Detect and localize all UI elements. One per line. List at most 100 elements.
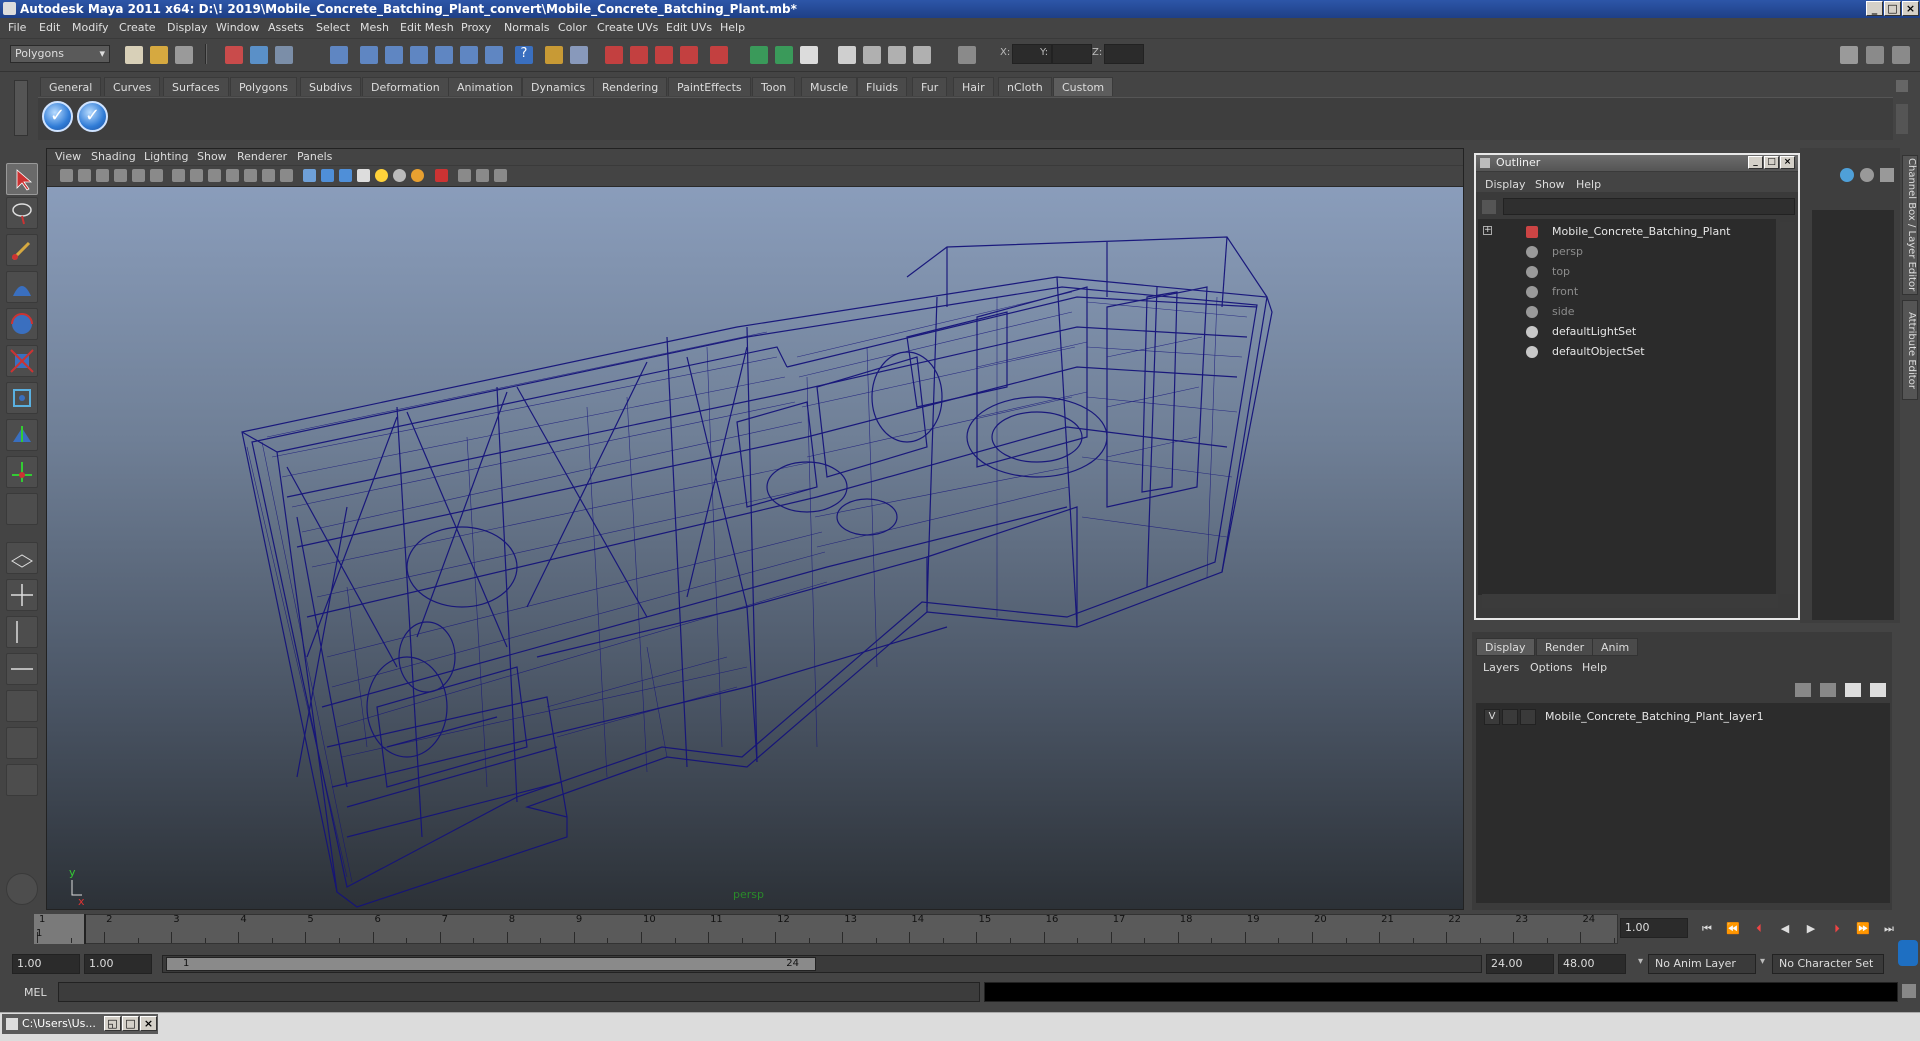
viewport-menu-lighting[interactable]: Lighting: [144, 150, 188, 163]
outliner-close-button[interactable]: ×: [1780, 156, 1795, 169]
shelf-trash-icon[interactable]: [1896, 80, 1908, 92]
layer-name[interactable]: Mobile_Concrete_Batching_Plant_layer1: [1545, 710, 1764, 723]
grease-pencil-icon[interactable]: [150, 169, 163, 182]
maximize-button[interactable]: □: [1884, 1, 1901, 16]
taskbar-close-button[interactable]: ×: [140, 1016, 157, 1031]
toggle-tool-settings-icon[interactable]: [1892, 46, 1910, 64]
show-manipulator-icon[interactable]: [6, 456, 38, 488]
select-component-icon[interactable]: [275, 46, 293, 64]
lasso-tool-icon[interactable]: [6, 197, 38, 229]
save-scene-icon[interactable]: [175, 46, 193, 64]
snap-point-icon[interactable]: [655, 46, 673, 64]
step-back-key-icon[interactable]: ⏴: [1750, 921, 1768, 937]
maya-hand-icon[interactable]: [6, 873, 38, 905]
shadows-icon[interactable]: [393, 169, 406, 182]
gate-mask-icon[interactable]: [226, 169, 239, 182]
step-forward-key-icon[interactable]: ⏵: [1828, 921, 1846, 937]
layer-display-type-toggle[interactable]: [1502, 709, 1518, 725]
last-tool-used-icon[interactable]: [6, 493, 38, 525]
select-by-dynamic-icon[interactable]: [460, 46, 478, 64]
step-forward-frame-icon[interactable]: ⏩: [1854, 921, 1872, 937]
scale-tool-icon[interactable]: [6, 345, 38, 377]
outliner-item[interactable]: persp: [1552, 245, 1583, 258]
wireframe-icon[interactable]: [303, 169, 316, 182]
tool-settings-icon[interactable]: [1880, 168, 1894, 182]
create-layer-from-selected-icon[interactable]: [1870, 683, 1886, 697]
shelf-tab-painteffects[interactable]: PaintEffects: [668, 77, 751, 96]
shelf-tab-fur[interactable]: Fur: [912, 77, 948, 96]
construction-history-icon[interactable]: [800, 46, 818, 64]
outliner-item[interactable]: Mobile_Concrete_Batching_Plant: [1552, 225, 1731, 238]
layer-tab-render[interactable]: Render: [1536, 638, 1594, 656]
current-frame-field[interactable]: 1.00: [1620, 918, 1688, 938]
viewport-menu-show[interactable]: Show: [197, 150, 227, 163]
highlight-selection-icon[interactable]: [570, 46, 588, 64]
persp-graph-hypergraph-layout-icon[interactable]: [6, 727, 38, 759]
outliner-item[interactable]: top: [1552, 265, 1570, 278]
layer-visibility-toggle[interactable]: V: [1484, 709, 1500, 725]
range-slider-bar[interactable]: 1 24: [166, 957, 816, 971]
select-hierarchy-icon[interactable]: [225, 46, 243, 64]
menu-edit-mesh[interactable]: Edit Mesh: [400, 21, 454, 34]
menu-create[interactable]: Create: [119, 21, 156, 34]
go-to-start-icon[interactable]: ⏮: [1698, 921, 1716, 937]
select-object-icon[interactable]: [250, 46, 268, 64]
transform-field-icon[interactable]: [958, 46, 976, 64]
resolution-gate-icon[interactable]: [208, 169, 221, 182]
step-back-frame-icon[interactable]: ⏪: [1724, 921, 1742, 937]
shelf-tab-subdivs[interactable]: Subdivs: [300, 77, 362, 96]
xray-components-icon[interactable]: [494, 169, 507, 182]
shelf-tab-custom[interactable]: Custom: [1053, 77, 1114, 96]
script-editor-icon[interactable]: [1902, 984, 1916, 998]
layer-tab-display[interactable]: Display: [1476, 638, 1535, 656]
playback-start-field[interactable]: 1.00: [84, 954, 152, 974]
lock-icon[interactable]: [545, 46, 563, 64]
single-perspective-layout-icon[interactable]: [6, 542, 38, 574]
render-current-frame-icon[interactable]: [863, 46, 881, 64]
ipr-render-icon[interactable]: [888, 46, 906, 64]
shelf-tab-curves[interactable]: Curves: [104, 77, 161, 96]
outliner-item[interactable]: defaultObjectSet: [1552, 345, 1645, 358]
outliner-vertical-scrollbar[interactable]: [1780, 222, 1794, 594]
field-chart-icon[interactable]: [244, 169, 257, 182]
toggle-attribute-editor-icon[interactable]: [1866, 46, 1884, 64]
taskbar-maximize-button[interactable]: □: [122, 1016, 139, 1031]
isolate-select-icon[interactable]: [435, 169, 448, 182]
chevron-down-icon[interactable]: ▾: [1760, 956, 1765, 967]
persp-outliner-layout-icon[interactable]: [6, 616, 38, 648]
shelf-tab-fluids[interactable]: Fluids: [857, 77, 908, 96]
channel-box-icon[interactable]: [1840, 168, 1854, 182]
select-tool-icon[interactable]: [6, 163, 38, 195]
safe-action-icon[interactable]: [262, 169, 275, 182]
persp-graph-layout-icon[interactable]: [6, 653, 38, 685]
perspective-viewport[interactable]: y x: [47, 187, 1463, 909]
outliner-menu-show[interactable]: Show: [1535, 178, 1565, 191]
y-field[interactable]: [1052, 44, 1092, 64]
new-scene-icon[interactable]: [125, 46, 143, 64]
shelf-scroll-icon[interactable]: [1896, 104, 1908, 134]
smooth-shade-icon[interactable]: [321, 169, 334, 182]
viewport-menu-panels[interactable]: Panels: [297, 150, 332, 163]
select-by-handle-icon[interactable]: [330, 46, 348, 64]
rotate-tool-icon[interactable]: [6, 308, 38, 340]
outliner-minimize-button[interactable]: _: [1748, 156, 1763, 169]
outliner-menu-help[interactable]: Help: [1576, 178, 1601, 191]
menu-file[interactable]: File: [8, 21, 26, 34]
render-settings-icon[interactable]: [913, 46, 931, 64]
create-empty-layer-icon[interactable]: [1845, 683, 1861, 697]
taskbar-restore-button[interactable]: ◱: [104, 1016, 121, 1031]
shelf-tab-animation[interactable]: Animation: [448, 77, 523, 96]
paint-select-tool-icon[interactable]: [6, 234, 38, 266]
bookmarks-icon[interactable]: [96, 169, 109, 182]
layer-menu-help[interactable]: Help: [1582, 661, 1607, 674]
menu-proxy[interactable]: Proxy: [461, 21, 491, 34]
snap-curve-icon[interactable]: [630, 46, 648, 64]
render-view-icon[interactable]: [838, 46, 856, 64]
soft-modification-icon[interactable]: [6, 419, 38, 451]
auto-key-icon[interactable]: [1898, 940, 1918, 966]
expand-icon[interactable]: +: [1483, 226, 1492, 235]
minimize-button[interactable]: _: [1866, 1, 1883, 16]
tab-channel-box-layer-editor[interactable]: Channel Box / Layer Editor: [1902, 155, 1918, 295]
viewport-menu-renderer[interactable]: Renderer: [237, 150, 287, 163]
move-layer-down-icon[interactable]: [1820, 683, 1836, 697]
